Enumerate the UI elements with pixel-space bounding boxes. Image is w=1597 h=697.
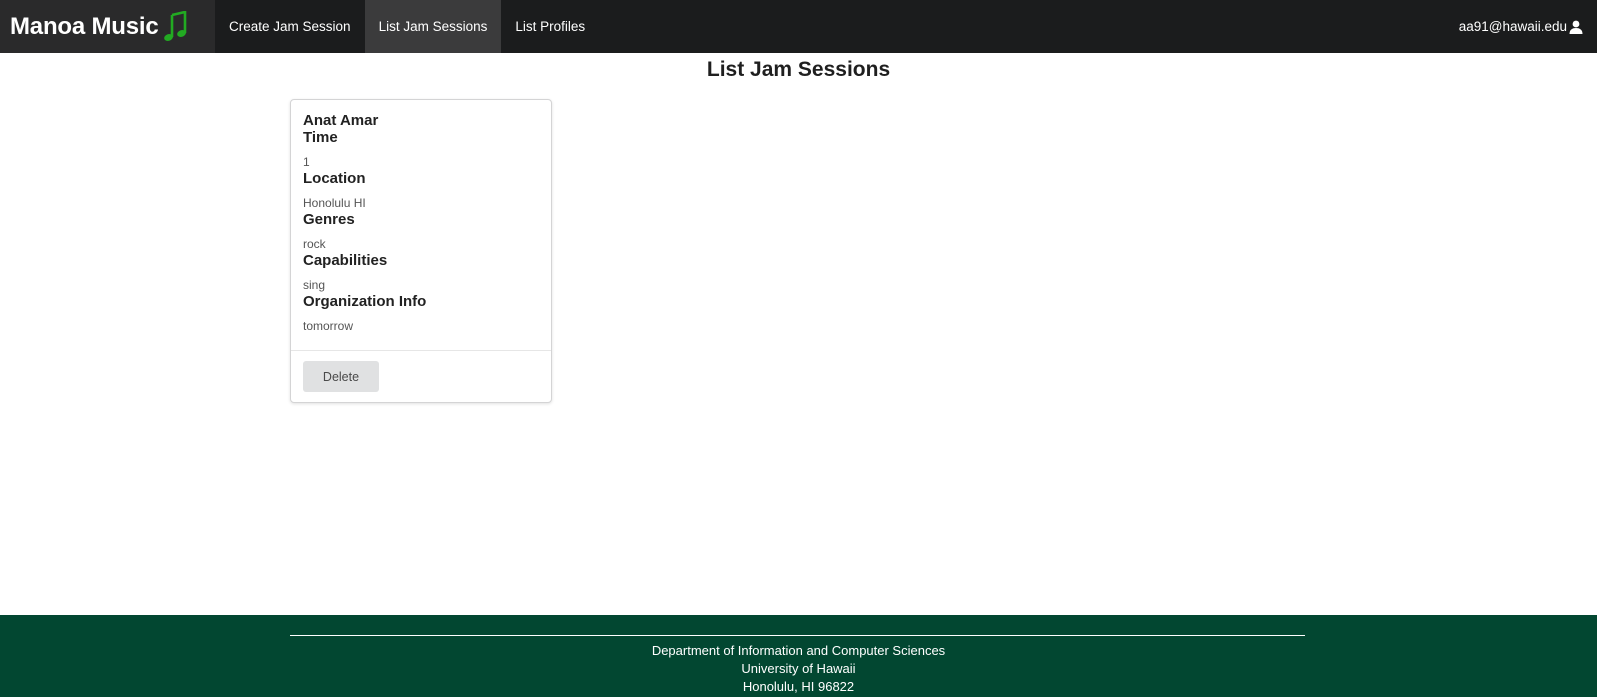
user-email: aa91@hawaii.edu bbox=[1458, 19, 1567, 34]
user-icon bbox=[1569, 20, 1583, 34]
nav-list-profiles-label: List Profiles bbox=[515, 19, 586, 34]
nav-list-jam-sessions[interactable]: List Jam Sessions bbox=[364, 0, 502, 53]
nav-create-jam-session[interactable]: Create Jam Session bbox=[215, 0, 365, 53]
footer-text: Department of Information and Computer S… bbox=[0, 642, 1597, 696]
location-value: Honolulu HI bbox=[303, 196, 366, 210]
card-divider bbox=[291, 350, 551, 351]
jam-session-card: Anat Amar Time 1 Location Honolulu HI Ge… bbox=[290, 99, 552, 403]
page-title: List Jam Sessions bbox=[706, 58, 891, 81]
genres-label: Genres bbox=[303, 211, 355, 228]
brand-title: Manoa Music bbox=[10, 12, 159, 40]
nav-list-jam-sessions-label: List Jam Sessions bbox=[378, 19, 488, 34]
nav-list-profiles[interactable]: List Profiles bbox=[501, 0, 599, 53]
organization-info-label: Organization Info bbox=[303, 293, 427, 310]
footer-department: Department of Information and Computer S… bbox=[651, 643, 946, 658]
time-value: 1 bbox=[303, 155, 310, 169]
organization-info-value: tomorrow bbox=[303, 319, 354, 333]
footer-address: Honolulu, HI 96822 bbox=[742, 679, 855, 694]
brand-link[interactable]: Manoa Music bbox=[0, 0, 215, 53]
user-dropdown[interactable]: aa91@hawaii.edu bbox=[1459, 0, 1597, 53]
footer-divider bbox=[290, 635, 1305, 636]
location-label: Location bbox=[303, 170, 366, 187]
card-content: Anat Amar Time 1 Location Honolulu HI Ge… bbox=[291, 100, 551, 350]
time-label: Time bbox=[303, 129, 338, 146]
delete-button[interactable]: Delete bbox=[303, 361, 379, 392]
top-navbar: Manoa Music Create Jam Session List Jam … bbox=[0, 0, 1597, 53]
nav-create-jam-session-label: Create Jam Session bbox=[229, 19, 351, 34]
capabilities-value: sing bbox=[303, 278, 326, 292]
footer-university: University of Hawaii bbox=[741, 661, 856, 676]
capabilities-label: Capabilities bbox=[303, 252, 388, 269]
footer: Department of Information and Computer S… bbox=[0, 615, 1597, 697]
music-note-icon bbox=[163, 10, 189, 43]
genres-value: rock bbox=[303, 237, 326, 251]
card-header-name: Anat Amar bbox=[303, 112, 379, 129]
